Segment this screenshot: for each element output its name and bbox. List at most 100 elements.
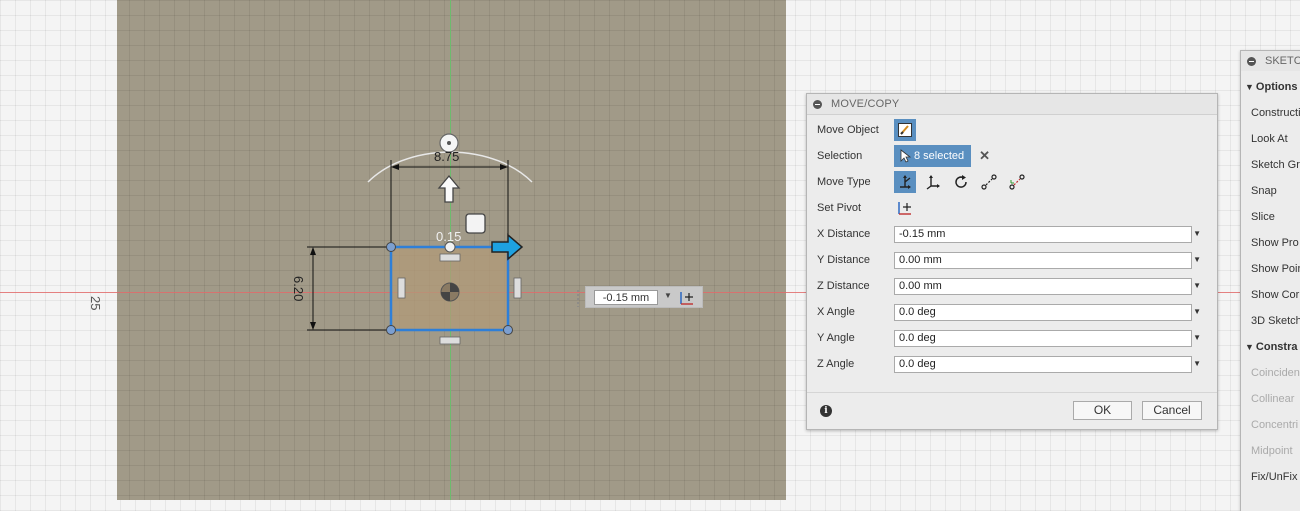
selection-label: Selection [817,150,863,162]
options-section-header[interactable]: ▼ Options [1245,81,1297,93]
y-angle-input[interactable]: 0.0 deg ▼ [894,329,1201,347]
chevron-down-icon[interactable]: ▼ [1193,281,1201,290]
sketch-palette: SKETC ▼ Options Constructi Look At Sketch… [1240,50,1300,511]
chevron-down-icon[interactable]: ▼ [1193,333,1201,342]
constraint-item[interactable]: Midpoint [1251,445,1293,457]
z-angle-input[interactable]: 0.0 deg ▼ [894,355,1201,373]
y-angle-row: Y Angle 0.0 deg ▼ [817,327,1201,349]
sketch-geometry [307,133,533,345]
collapse-icon[interactable] [813,99,822,109]
free-move-icon [900,175,911,189]
constraint-item[interactable]: Fix/UnFix [1251,471,1297,483]
constraint-item[interactable]: Collinear [1251,393,1294,405]
vertical-constraint-right-icon [513,277,522,299]
horizontal-constraint-bottom-icon [439,336,461,345]
point-to-point-button[interactable] [978,171,1000,193]
inline-distance-box: -0.15 mm ▼ [576,286,703,308]
x-distance-input[interactable]: -0.15 mm ▼ [894,225,1201,243]
corner-point [386,325,396,335]
cancel-button[interactable]: Cancel [1142,401,1202,420]
chevron-down-icon[interactable]: ▼ [1193,359,1201,368]
chevron-down-icon[interactable]: ▼ [1193,255,1201,264]
y-angle-value: 0.0 deg [899,331,936,344]
palette-option[interactable]: Snap [1251,185,1277,197]
pivot-move-icon[interactable] [678,289,696,307]
palette-option[interactable]: Show Cor [1251,289,1299,301]
point-to-position-icon [1009,174,1025,190]
move-object-row: Move Object [817,119,922,141]
chevron-down-icon[interactable]: ▼ [1193,229,1201,238]
planar-move-handle [465,213,486,234]
sketch-object-icon [898,123,912,137]
palette-option[interactable]: Look At [1251,133,1288,145]
y-distance-input[interactable]: 0.00 mm ▼ [894,251,1201,269]
translate-icon [926,175,940,190]
point-to-point-icon [981,174,997,190]
y-distance-value: 0.00 mm [899,253,942,266]
chevron-down-icon[interactable]: ▼ [664,291,672,300]
triangle-down-icon: ▼ [1245,82,1254,92]
palette-option[interactable]: 3D Sketch [1251,315,1300,327]
set-pivot-label: Set Pivot [817,202,862,214]
vertical-constraint-left-icon [397,277,406,299]
rotate-icon [955,175,967,188]
x-angle-row: X Angle 0.0 deg ▼ [817,301,1201,323]
y-move-arrow-icon [437,174,461,203]
palette-header: SKETC [1241,51,1300,71]
pivot-icon [898,202,911,215]
set-pivot-button[interactable] [894,197,916,219]
corner-point [386,242,396,252]
palette-option[interactable]: Sketch Gr [1251,159,1300,171]
ok-button[interactable]: OK [1073,401,1132,420]
z-angle-label: Z Angle [817,358,855,370]
width-dimension-text[interactable]: 8.75 [434,149,459,164]
move-type-label: Move Type [817,176,871,188]
z-distance-label: Z Distance [817,280,870,292]
constraint-item[interactable]: Concentri [1251,419,1298,431]
move-object-label: Move Object [817,124,879,136]
palette-option[interactable]: Show Pro [1251,237,1299,249]
palette-option[interactable]: Slice [1251,211,1275,223]
clear-selection-icon[interactable]: ✕ [979,148,990,164]
z-distance-input[interactable]: 0.00 mm ▼ [894,277,1201,295]
z-distance-row: Z Distance 0.00 mm ▼ [817,275,1201,297]
z-angle-row: Z Angle 0.0 deg ▼ [817,353,1201,375]
dialog-footer: i OK Cancel [807,392,1217,429]
collapse-icon[interactable] [1247,56,1256,66]
offset-dimension-text: 0.15 [436,229,462,244]
chevron-down-icon[interactable]: ▼ [1193,307,1201,316]
x-angle-value: 0.0 deg [899,305,936,318]
x-angle-input[interactable]: 0.0 deg ▼ [894,303,1201,321]
info-icon[interactable]: i [820,405,832,417]
translate-button[interactable] [922,171,944,193]
drag-grip[interactable] [576,289,580,307]
point-to-position-button[interactable] [1006,171,1028,193]
dialog-header: MOVE/COPY [807,94,1217,115]
x-distance-label: X Distance [817,228,871,240]
constraint-item[interactable]: Coincident [1251,367,1300,379]
selection-count: 8 selected [914,150,965,162]
cursor-icon [900,149,911,163]
move-object-button[interactable] [894,119,916,141]
z-distance-value: 0.00 mm [899,279,942,292]
height-dimension-text[interactable]: 6.20 [291,276,306,301]
selection-button[interactable]: 8 selected [894,145,972,167]
selection-row: Selection 8 selected ✕ [817,145,990,167]
palette-option[interactable]: Constructi [1251,107,1300,119]
move-type-row: Move Type [817,171,1034,193]
y-distance-label: Y Distance [817,254,870,266]
x-distance-value: -0.15 mm [899,227,946,240]
set-pivot-row: Set Pivot [817,197,922,219]
palette-option[interactable]: Show Poir [1251,263,1300,275]
x-distance-row: X Distance -0.15 mm ▼ [817,223,1201,245]
move-copy-dialog: MOVE/COPY Move Object Selection 8 select… [806,93,1218,430]
horizontal-constraint-top-icon [439,253,461,262]
inline-distance-input[interactable]: -0.15 mm [594,290,658,305]
free-move-button[interactable] [894,171,916,193]
triangle-down-icon: ▼ [1245,342,1254,352]
y-distance-row: Y Distance 0.00 mm ▼ [817,249,1201,271]
constraints-section-header[interactable]: ▼ Constra [1245,341,1297,353]
z-angle-value: 0.0 deg [899,357,936,370]
rotate-button[interactable] [950,171,972,193]
palette-title: SKETC [1265,55,1300,67]
